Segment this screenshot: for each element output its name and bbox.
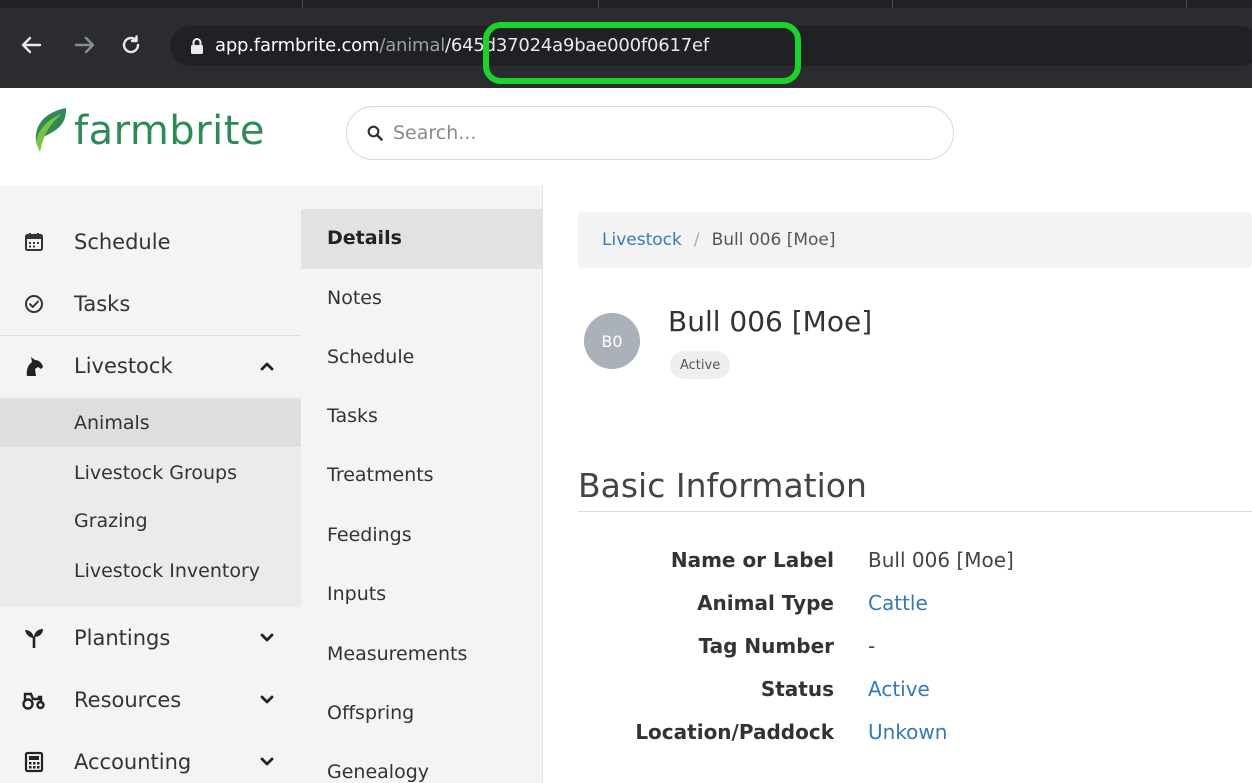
- chevron-down-icon: [260, 757, 274, 766]
- breadcrumb-link-livestock[interactable]: Livestock: [602, 230, 682, 250]
- info-row-location: Location/Paddock Unkown: [578, 720, 1252, 750]
- address-url[interactable]: app.farmbrite.com/animal/645d37024a9bae0…: [215, 34, 709, 58]
- subnav-item-label: Tasks: [327, 405, 378, 427]
- browser-tab-strip: [0, 0, 1252, 8]
- sidebar-subitem-label: Grazing: [74, 510, 148, 532]
- sidebar-item-tasks[interactable]: Tasks: [0, 280, 301, 328]
- arrow-left-icon: [21, 36, 42, 54]
- sidebar-subitem-label: Animals: [74, 412, 150, 434]
- subnav-item-label: Feedings: [327, 524, 412, 546]
- url-host: app.farmbrite.com: [215, 35, 380, 56]
- section-divider: [578, 511, 1252, 512]
- subnav-item-tasks[interactable]: Tasks: [301, 387, 542, 447]
- info-label: Name or Label: [670, 548, 834, 572]
- logo-wordmark: farmbrite: [74, 108, 266, 154]
- arrow-right-icon: [74, 36, 95, 54]
- reload-icon: [122, 35, 140, 54]
- subnav-item-schedule[interactable]: Schedule: [301, 328, 542, 388]
- sidebar-item-label: Tasks: [74, 292, 131, 316]
- tab-separator: [892, 0, 893, 8]
- info-label: Status: [760, 677, 834, 701]
- url-record-id: /645d37024a9bae000f0617ef: [445, 35, 710, 56]
- breadcrumb-current: Bull 006 [Moe]: [711, 230, 836, 250]
- sidebar-subitem-livestock-inventory[interactable]: Livestock Inventory: [0, 547, 301, 595]
- seedling-icon: [22, 626, 46, 650]
- sidebar-item-livestock[interactable]: Livestock: [0, 342, 301, 390]
- sidebar-subitem-grazing[interactable]: Grazing: [0, 497, 301, 545]
- sidebar-item-label: Accounting: [74, 750, 192, 774]
- chevron-down-icon: [260, 633, 274, 642]
- subnav-item-offspring[interactable]: Offspring: [301, 684, 542, 744]
- status-link[interactable]: Active: [868, 677, 930, 701]
- subnav-item-label: Inputs: [327, 583, 387, 605]
- info-row-tag-number: Tag Number -: [578, 634, 1252, 664]
- subnav-item-feedings[interactable]: Feedings: [301, 506, 542, 566]
- breadcrumb-separator: /: [693, 230, 700, 250]
- chevron-up-icon: [260, 362, 274, 371]
- sidebar-item-label: Schedule: [74, 230, 171, 254]
- search-icon: [367, 125, 383, 141]
- sidebar-subitem-label: Livestock Inventory: [74, 560, 261, 582]
- info-row-animal-type: Animal Type Cattle: [578, 591, 1252, 621]
- forward-button[interactable]: [72, 32, 98, 58]
- check-circle-icon: [22, 292, 46, 316]
- subnav-item-measurements[interactable]: Measurements: [301, 625, 542, 685]
- sidebar-item-schedule[interactable]: Schedule: [0, 218, 301, 266]
- url-path: /animal: [379, 35, 445, 56]
- horse-icon: [22, 354, 46, 378]
- subnav-item-label: Treatments: [327, 464, 434, 486]
- search-input[interactable]: [393, 122, 933, 144]
- reload-button[interactable]: [118, 32, 144, 58]
- section-title-basic-information: Basic Information: [578, 466, 867, 505]
- location-link[interactable]: Unkown: [868, 720, 947, 744]
- info-row-name: Name or Label Bull 006 [Moe]: [578, 548, 1252, 578]
- sidebar-item-label: Plantings: [74, 626, 171, 650]
- sidebar-subitem-label: Livestock Groups: [74, 462, 238, 484]
- subnav-item-label: Genealogy: [327, 761, 429, 783]
- search-box[interactable]: [346, 106, 954, 160]
- sidebar-item-resources[interactable]: Resources: [0, 676, 301, 724]
- sidebar-item-plantings[interactable]: Plantings: [0, 614, 301, 662]
- info-label: Tag Number: [698, 634, 834, 658]
- sidebar-item-label: Resources: [74, 688, 182, 712]
- info-value: Bull 006 [Moe]: [868, 548, 1014, 572]
- calendar-icon: [22, 230, 46, 254]
- lock-icon: [191, 38, 203, 54]
- status-badge: Active: [670, 351, 731, 379]
- subnav-item-inputs[interactable]: Inputs: [301, 565, 542, 625]
- info-label: Location/Paddock: [635, 720, 834, 744]
- info-label: Animal Type: [697, 591, 834, 615]
- back-button[interactable]: [18, 32, 44, 58]
- sidebar-subitem-animals[interactable]: Animals: [0, 399, 301, 447]
- animal-avatar: B0: [584, 313, 640, 369]
- sidebar-divider: [0, 335, 301, 336]
- breadcrumb: Livestock / Bull 006 [Moe]: [578, 212, 1252, 268]
- tab-separator: [598, 0, 599, 8]
- subnav-item-label: Notes: [327, 287, 382, 309]
- subnav-item-label: Measurements: [327, 643, 468, 665]
- subnav-item-label: Details: [327, 227, 402, 249]
- subnav-item-label: Schedule: [327, 346, 415, 368]
- sidebar-item-label: Livestock: [74, 354, 173, 378]
- animal-type-link[interactable]: Cattle: [868, 591, 928, 615]
- subnav-item-details[interactable]: Details: [301, 209, 542, 269]
- subnav-item-treatments[interactable]: Treatments: [301, 446, 542, 506]
- tab-separator: [302, 0, 303, 8]
- chevron-down-icon: [260, 695, 274, 704]
- info-value: -: [868, 634, 876, 658]
- tractor-icon: [22, 688, 46, 712]
- farmbrite-logo[interactable]: farmbrite: [32, 106, 265, 156]
- animal-name-title: Bull 006 [Moe]: [668, 305, 873, 338]
- subnav-item-genealogy[interactable]: Genealogy: [301, 743, 542, 783]
- sidebar-subitem-livestock-groups[interactable]: Livestock Groups: [0, 449, 301, 497]
- tab-separator: [1186, 0, 1187, 8]
- subnav-item-label: Offspring: [327, 702, 415, 724]
- info-row-status: Status Active: [578, 677, 1252, 707]
- subnav-item-notes[interactable]: Notes: [301, 269, 542, 329]
- sidebar-item-accounting[interactable]: Accounting: [0, 738, 301, 783]
- calculator-icon: [22, 750, 46, 774]
- leaf-logo-icon: [35, 108, 66, 152]
